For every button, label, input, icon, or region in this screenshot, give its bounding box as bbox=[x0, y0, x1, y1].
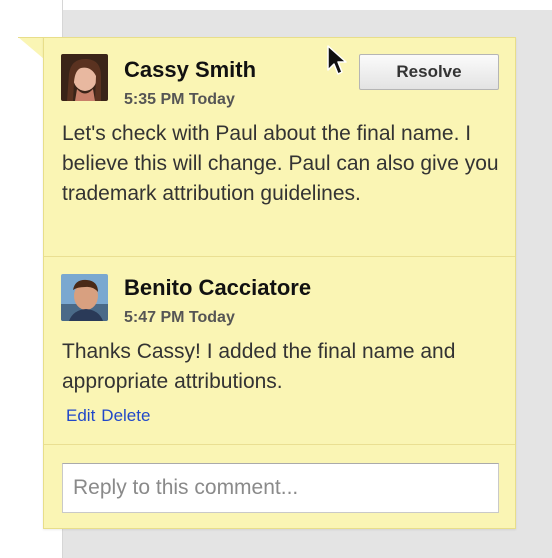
comment-1: Cassy Smith 5:35 PM Today Resolve Let's … bbox=[44, 38, 515, 257]
resolve-button[interactable]: Resolve bbox=[359, 54, 499, 90]
avatar bbox=[61, 274, 108, 321]
comment-pointer bbox=[18, 37, 44, 59]
comment-text: Let's check with Paul about the final na… bbox=[62, 122, 499, 205]
comment-timestamp: 5:35 PM Today bbox=[124, 91, 235, 108]
comment-author: Benito Cacciatore bbox=[124, 275, 312, 300]
comment-actions: Edit Delete bbox=[66, 406, 156, 426]
comment-text: Thanks Cassy! I added the final name and… bbox=[62, 340, 456, 393]
avatar bbox=[61, 54, 108, 101]
reply-input[interactable] bbox=[62, 463, 499, 513]
comment-thread: Cassy Smith 5:35 PM Today Resolve Let's … bbox=[43, 37, 516, 529]
comment-author: Cassy Smith bbox=[124, 57, 257, 82]
comment-timestamp: 5:47 PM Today bbox=[124, 309, 235, 326]
delete-link[interactable]: Delete bbox=[101, 406, 150, 425]
mouse-cursor-icon bbox=[326, 44, 348, 81]
edit-link[interactable]: Edit bbox=[66, 406, 95, 425]
comment-2: Benito Cacciatore 5:47 PM Today Thanks C… bbox=[44, 257, 515, 445]
